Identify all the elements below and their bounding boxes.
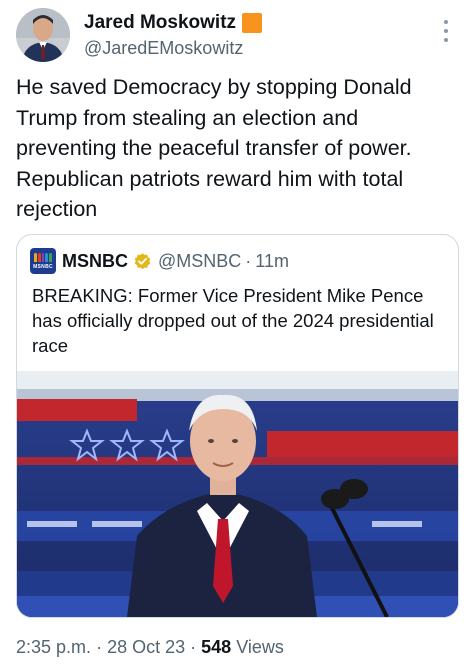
photo-icon	[17, 371, 458, 617]
views-label: Views	[236, 637, 284, 657]
tweet-header: Jared Moskowitz @JaredEMoskowitz	[16, 8, 458, 64]
separator-dot: ·	[190, 637, 197, 657]
author-handle[interactable]: @JaredEMoskowitz	[84, 36, 262, 60]
views-count: 548	[201, 637, 232, 657]
tweet-date[interactable]: 28 Oct 23	[107, 637, 185, 657]
quoted-author-handle: @MSNBC	[158, 250, 242, 271]
quoted-author-name: MSNBC	[62, 250, 128, 271]
separator-dot: ·	[245, 250, 252, 271]
orange-square-badge-icon	[242, 13, 263, 33]
msnbc-logo-icon: MSNBC	[30, 248, 56, 274]
author-display-name[interactable]: Jared Moskowitz	[84, 10, 236, 36]
quoted-tweet-body: BREAKING: Former Vice President Mike Pen…	[32, 285, 434, 356]
tweet-time[interactable]: 2:35 p.m.	[16, 637, 91, 657]
msnbc-logo-text: MSNBC	[33, 263, 53, 270]
gold-check-icon	[134, 252, 151, 269]
quoted-tweet-time[interactable]: 11m	[255, 251, 289, 272]
quoted-tweet-card[interactable]: MSNBC MSNBC @MSNBC · 11m BREAKING: Forme…	[16, 234, 459, 618]
tweet-body: He saved Democracy by stopping Donald Tr…	[16, 75, 412, 221]
separator-dot: ·	[96, 637, 103, 657]
author-avatar[interactable]	[16, 8, 70, 62]
more-options-icon[interactable]	[436, 16, 456, 46]
quoted-tweet-photo[interactable]	[17, 371, 458, 617]
author-photo-icon	[16, 8, 70, 62]
tweet-meta: 2:35 p.m. · 28 Oct 23 · 548 Views	[16, 637, 284, 658]
